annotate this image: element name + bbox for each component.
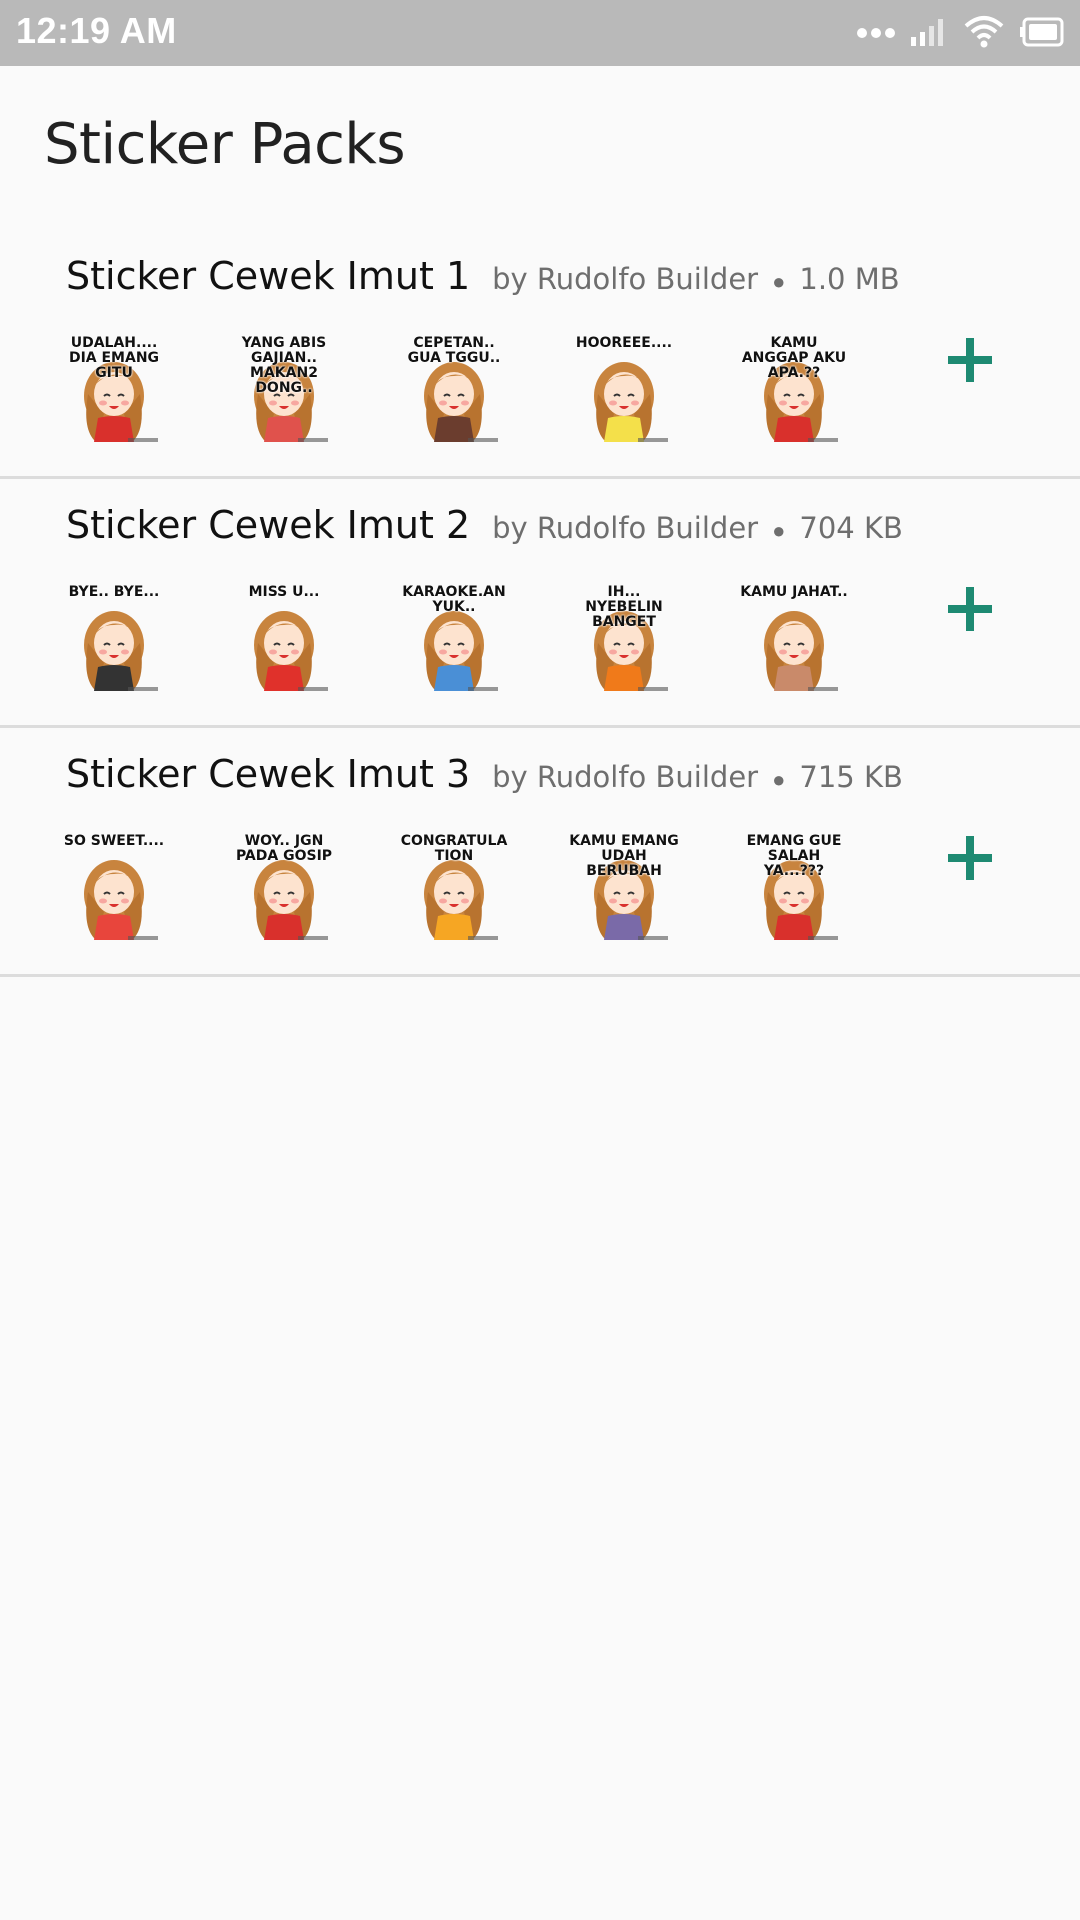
sticker-pack-row[interactable]: Sticker Cewek Imut 1 by Rudolfo Builder …	[0, 230, 1080, 479]
sticker-thumbnail: KAMU JAHAT..	[738, 583, 850, 695]
sticker-thumbnail: KAMU EMANG UDAH BERUBAH	[568, 832, 680, 944]
sticker-thumbnail: UDALAH.... DIA EMANG GITU	[58, 334, 170, 446]
sticker-thumbnail: HOOREEE....	[568, 334, 680, 446]
pack-name: Sticker Cewek Imut 1	[66, 254, 471, 298]
sticker-caption: WOY.. JGN PADA GOSIP	[235, 833, 333, 864]
add-pack-button[interactable]	[940, 828, 1000, 888]
pack-size: 1.0 MB	[799, 262, 900, 296]
plus-icon	[948, 338, 992, 382]
sticker-caption: KAMU EMANG UDAH BERUBAH	[569, 833, 679, 879]
add-pack-button[interactable]	[940, 330, 1000, 390]
sticker-preview-row: SO SWEET.... WOY.. JGN PADA GOSIP CONGRATU…	[58, 832, 850, 944]
pack-name: Sticker Cewek Imut 3	[66, 752, 471, 796]
pack-header: Sticker Cewek Imut 1 by Rudolfo Builder …	[66, 254, 900, 298]
sticker-pack-list: Sticker Cewek Imut 1 by Rudolfo Builder …	[0, 230, 1080, 977]
pack-publisher: by Rudolfo Builder	[492, 262, 759, 296]
sticker-caption: MISS U...	[248, 584, 320, 600]
sticker-pack-row[interactable]: Sticker Cewek Imut 3 by Rudolfo Builder …	[0, 728, 1080, 977]
sticker-thumbnail: EMANG GUE SALAH YA...???	[738, 832, 850, 944]
page-title: Sticker Packs	[44, 112, 406, 177]
sticker-caption: KAMU ANGGAP AKU APA.??	[741, 335, 847, 381]
pack-publisher: by Rudolfo Builder	[492, 760, 759, 794]
sticker-caption: KAMU JAHAT..	[740, 584, 848, 600]
pack-name: Sticker Cewek Imut 2	[66, 503, 471, 547]
sticker-preview-row: UDALAH.... DIA EMANG GITU YANG ABIS GAJIA…	[58, 334, 850, 446]
sticker-thumbnail: IH... NYEBELIN BANGET	[568, 583, 680, 695]
sticker-thumbnail: WOY.. JGN PADA GOSIP	[228, 832, 340, 944]
sticker-pack-row[interactable]: Sticker Cewek Imut 2 by Rudolfo Builder …	[0, 479, 1080, 728]
plus-icon	[948, 587, 992, 631]
pack-header: Sticker Cewek Imut 2 by Rudolfo Builder …	[66, 503, 903, 547]
sticker-thumbnail: KARAOKE.AN YUK..	[398, 583, 510, 695]
status-time: 12:19 AM	[16, 10, 177, 51]
sticker-preview-row: BYE.. BYE... MISS U... KARAOKE.AN YUK.. IH.…	[58, 583, 850, 695]
sticker-caption: BYE.. BYE...	[68, 584, 160, 600]
sticker-caption: IH... NYEBELIN BANGET	[585, 584, 663, 630]
plus-icon	[948, 836, 992, 880]
sticker-thumbnail: CEPETAN.. GUA TGGU..	[398, 334, 510, 446]
sticker-thumbnail: KAMU ANGGAP AKU APA.??	[738, 334, 850, 446]
sticker-caption: YANG ABIS GAJIAN.. MAKAN2 DONG..	[241, 335, 327, 396]
sticker-caption: EMANG GUE SALAH YA...???	[746, 833, 842, 879]
pack-header: Sticker Cewek Imut 3 by Rudolfo Builder …	[66, 752, 903, 796]
more-dots-icon	[856, 25, 896, 44]
wifi-icon	[962, 14, 1006, 55]
pack-size: 715 KB	[799, 760, 903, 794]
status-bar: 12:19 AM	[0, 0, 1080, 66]
pack-size: 704 KB	[799, 511, 903, 545]
separator-dot: ●	[772, 269, 786, 294]
separator-dot: ●	[772, 767, 786, 792]
sticker-caption: UDALAH.... DIA EMANG GITU	[68, 335, 160, 381]
battery-icon	[1020, 17, 1066, 52]
status-icons	[856, 14, 1066, 54]
sticker-caption: CEPETAN.. GUA TGGU..	[407, 335, 501, 366]
sticker-caption: HOOREEE....	[575, 335, 673, 351]
sticker-thumbnail: MISS U...	[228, 583, 340, 695]
separator-dot: ●	[772, 518, 786, 543]
add-pack-button[interactable]	[940, 579, 1000, 639]
sticker-thumbnail: YANG ABIS GAJIAN.. MAKAN2 DONG..	[228, 334, 340, 446]
sticker-thumbnail: CONGRATULATION	[398, 832, 510, 944]
pack-publisher: by Rudolfo Builder	[492, 511, 759, 545]
sticker-caption: SO SWEET....	[63, 833, 165, 849]
sticker-caption: CONGRATULATION	[400, 833, 508, 864]
sticker-thumbnail: BYE.. BYE...	[58, 583, 170, 695]
sticker-thumbnail: SO SWEET....	[58, 832, 170, 944]
sticker-caption: KARAOKE.AN YUK..	[402, 584, 506, 615]
signal-icon	[910, 17, 948, 52]
